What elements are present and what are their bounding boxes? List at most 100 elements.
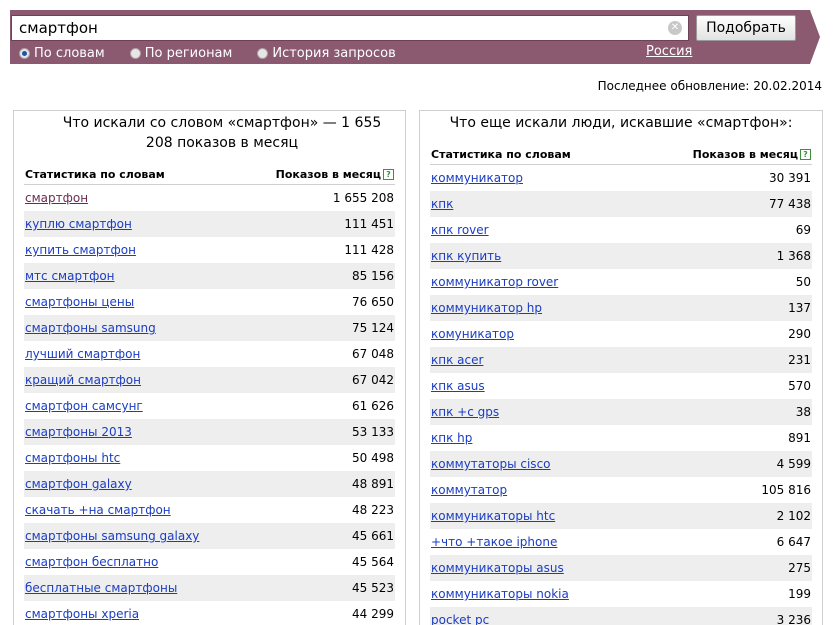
- table-row: кпк asus 570: [430, 373, 812, 399]
- phrase-link[interactable]: смартфоны samsung galaxy: [25, 529, 199, 543]
- right-table-body: коммуникатор 30 391 кпк 77 438 кпк rover 69 кп…: [430, 165, 812, 625]
- phrase-link[interactable]: коммутаторы cisco: [431, 457, 551, 471]
- phrase-link[interactable]: смартфон бесплатно: [25, 555, 158, 569]
- phrase-link[interactable]: коммуникаторы nokia: [431, 587, 569, 601]
- phrase-link[interactable]: смартфоны 2013: [25, 425, 132, 439]
- table-row: кпк купить 1 368: [430, 243, 812, 269]
- impressions-count: 1 655 208: [332, 191, 394, 205]
- impressions-count: 30 391: [769, 171, 811, 185]
- table-row: коммуникаторы htc 2 102: [430, 503, 812, 529]
- phrase-link[interactable]: pocket pc: [431, 613, 489, 625]
- radio-checked-icon[interactable]: [19, 47, 30, 59]
- table-header: Статистика по словам Показов в месяц?: [24, 167, 395, 185]
- table-row: смартфон 1 655 208: [24, 185, 395, 211]
- table-row: коммуникатор rover 50: [430, 269, 812, 295]
- col-count-header: Показов в месяц?: [276, 168, 394, 181]
- table-row: кпк acer 231: [430, 347, 812, 373]
- region-link[interactable]: Россия: [646, 44, 692, 59]
- table-row: смартфоны htc 50 498: [24, 445, 395, 471]
- phrase-link[interactable]: коммуникаторы htc: [431, 509, 555, 523]
- phrase-link[interactable]: смартфоны samsung: [25, 321, 156, 335]
- impressions-count: 48 223: [352, 503, 394, 517]
- table-row: +что +такое iphone 6 647: [430, 529, 812, 555]
- help-icon[interactable]: ?: [800, 149, 811, 160]
- table-row: смартфон galaxy 48 891: [24, 471, 395, 497]
- phrase-link[interactable]: кпк: [431, 197, 453, 211]
- phrase-link[interactable]: кпк купить: [431, 249, 501, 263]
- col-words-header: Статистика по словам: [431, 147, 571, 161]
- radio-icon[interactable]: [129, 47, 141, 59]
- impressions-count: 2 102: [776, 509, 811, 523]
- panel-also-searched: Что еще искали люди, искавшие «смартфон»…: [419, 110, 823, 625]
- impressions-count: 61 626: [352, 399, 394, 413]
- table-row: смартфоны xperia 44 299: [24, 601, 395, 625]
- table-row: кращий смартфон 67 042: [24, 367, 395, 393]
- impressions-count: 75 124: [352, 321, 394, 335]
- impressions-count: 111 451: [344, 217, 394, 231]
- mode-label: История запросов: [272, 45, 396, 61]
- phrase-link[interactable]: смартфоны цены: [25, 295, 134, 309]
- phrase-link[interactable]: смартфоны xperia: [25, 607, 139, 621]
- radio-icon[interactable]: [257, 47, 269, 59]
- phrase-link[interactable]: коммуникаторы asus: [431, 561, 564, 575]
- impressions-count: 50: [795, 275, 811, 289]
- phrase-link[interactable]: бесплатные смартфоны: [25, 581, 177, 595]
- phrase-link[interactable]: смартфон galaxy: [25, 477, 132, 491]
- impressions-count: 85 156: [352, 269, 394, 283]
- phrase-link[interactable]: комуникатор: [431, 327, 514, 341]
- phrase-link[interactable]: купить смартфон: [25, 243, 136, 257]
- table-header: Статистика по словам Показов в месяц?: [430, 147, 812, 165]
- search-box[interactable]: ✕: [11, 15, 689, 41]
- col-count-label: Показов в месяц: [692, 147, 798, 161]
- phrase-link[interactable]: коммуникатор: [431, 171, 523, 185]
- search-input[interactable]: [12, 16, 652, 40]
- phrase-link[interactable]: кпк acer: [431, 353, 483, 367]
- impressions-count: 570: [788, 379, 811, 393]
- clear-icon[interactable]: ✕: [668, 21, 682, 35]
- col-count-header: Показов в месяц?: [693, 148, 811, 161]
- phrase-link[interactable]: кпк asus: [431, 379, 485, 393]
- mode-by-regions[interactable]: По регионам: [129, 46, 232, 61]
- help-icon[interactable]: ?: [383, 169, 394, 180]
- phrase-link[interactable]: коммуникатор rover: [431, 275, 558, 289]
- phrase-link[interactable]: скачать +на смартфон: [25, 503, 171, 517]
- impressions-count: 4 599: [776, 457, 811, 471]
- phrase-link[interactable]: коммутатор: [431, 483, 507, 497]
- phrase-link[interactable]: смартфоны htc: [25, 451, 120, 465]
- table-row: кпк rover 69: [430, 217, 812, 243]
- impressions-count: 231: [788, 353, 811, 367]
- table-row: куплю смартфон 111 451: [24, 211, 395, 237]
- left-table-body: смартфон 1 655 208 куплю смартфон 111 451 ку…: [24, 185, 395, 625]
- phrase-link[interactable]: кпк hp: [431, 431, 472, 445]
- impressions-count: 3 236: [776, 613, 811, 625]
- table-row: смартфоны samsung galaxy 45 661: [24, 523, 395, 549]
- impressions-count: 1 368: [776, 249, 811, 263]
- impressions-count: 199: [788, 587, 811, 601]
- table-row: смартфоны цены 76 650: [24, 289, 395, 315]
- impressions-count: 45 523: [352, 581, 394, 595]
- mode-history[interactable]: История запросов: [257, 45, 396, 61]
- impressions-count: 137: [788, 301, 811, 315]
- table-row: коммутаторы cisco 4 599: [430, 451, 812, 477]
- submit-button[interactable]: Подобрать: [696, 15, 796, 41]
- phrase-link[interactable]: кпк +с gps: [431, 405, 499, 419]
- impressions-count: 45 564: [352, 555, 394, 569]
- phrase-link[interactable]: кпк rover: [431, 223, 489, 237]
- table-row: мтс смартфон 85 156: [24, 263, 395, 289]
- phrase-link[interactable]: лучший смартфон: [25, 347, 140, 361]
- phrase-link[interactable]: +что +такое iphone: [431, 535, 557, 549]
- table-row: смартфоны samsung 75 124: [24, 315, 395, 341]
- col-words-header: Статистика по словам: [25, 167, 165, 181]
- phrase-link[interactable]: кращий смартфон: [25, 373, 141, 387]
- panel-with-word: Что искали со словом «смартфон» — 1 655 …: [13, 110, 406, 625]
- phrase-link[interactable]: смартфон: [25, 191, 88, 205]
- phrase-link[interactable]: коммуникатор hp: [431, 301, 542, 315]
- phrase-link[interactable]: смартфон самсунг: [25, 399, 143, 413]
- impressions-count: 44 299: [352, 607, 394, 621]
- table-row: коммуникатор hp 137: [430, 295, 812, 321]
- mode-by-words[interactable]: По словам: [19, 46, 105, 61]
- impressions-count: 76 650: [352, 295, 394, 309]
- phrase-link[interactable]: куплю смартфон: [25, 217, 132, 231]
- phrase-link[interactable]: мтс смартфон: [25, 269, 115, 283]
- impressions-count: 290: [788, 327, 811, 341]
